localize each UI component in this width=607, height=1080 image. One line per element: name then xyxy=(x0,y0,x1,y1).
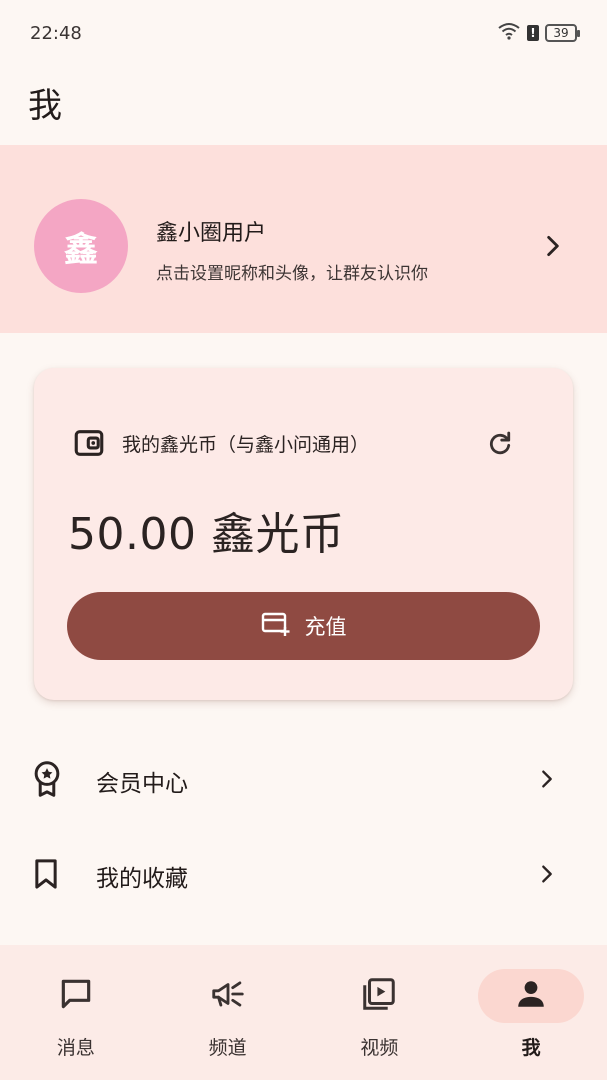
wifi-icon xyxy=(497,22,521,44)
message-icon xyxy=(57,975,95,1017)
battery-icon: 39 xyxy=(545,24,580,42)
wallet-title: 我的鑫光币（与鑫小问通用） xyxy=(122,434,370,456)
tab-label: 视频 xyxy=(360,1037,399,1059)
refresh-icon[interactable] xyxy=(486,429,514,461)
page-title: 我 xyxy=(28,86,62,126)
chevron-right-icon xyxy=(536,862,558,890)
status-icons: ! 39 xyxy=(497,22,580,44)
bottom-nav: 消息 频道 视频 我 xyxy=(0,945,607,1080)
status-time: 22:48 xyxy=(30,22,82,44)
megaphone-icon xyxy=(209,975,247,1017)
profile-hint: 点击设置昵称和头像，让群友认识你 xyxy=(156,264,428,284)
tab-messages[interactable]: 消息 xyxy=(0,945,152,1080)
status-bar: 22:48 ! 39 xyxy=(0,0,607,66)
menu-item-label: 我的收藏 xyxy=(96,866,188,892)
nav-icon-container xyxy=(23,969,129,1023)
chevron-right-icon xyxy=(540,233,566,263)
profile-name: 鑫小圈用户 xyxy=(156,221,267,246)
chevron-right-icon xyxy=(536,767,558,795)
tab-channels[interactable]: 频道 xyxy=(152,945,304,1080)
avatar[interactable]: 鑫 xyxy=(34,199,128,293)
badge-star-icon xyxy=(30,760,64,802)
tab-videos[interactable]: 视频 xyxy=(304,945,456,1080)
person-icon xyxy=(514,977,548,1015)
tab-label: 我 xyxy=(521,1037,541,1059)
menu-item-favorites[interactable]: 我的收藏 xyxy=(0,836,607,916)
nav-icon-container xyxy=(478,969,585,1023)
bookmark-icon xyxy=(30,857,62,895)
recharge-label: 充值 xyxy=(304,615,347,639)
wallet-card: 我的鑫光币（与鑫小问通用） 50.00 鑫光币 充值 xyxy=(34,368,573,700)
alert-icon: ! xyxy=(527,25,539,41)
nav-icon-container xyxy=(175,969,281,1023)
balance-value: 50.00 鑫光币 xyxy=(68,509,345,560)
profile-banner[interactable]: 鑫 鑫小圈用户 点击设置昵称和头像，让群友认识你 xyxy=(0,145,607,333)
card-add-icon xyxy=(261,611,291,642)
nav-icon-container xyxy=(326,969,432,1023)
menu-item-label: 会员中心 xyxy=(96,771,188,797)
tab-me[interactable]: 我 xyxy=(455,945,607,1080)
wallet-icon xyxy=(72,426,106,464)
menu-item-membership[interactable]: 会员中心 xyxy=(0,741,607,821)
recharge-button[interactable]: 充值 xyxy=(67,592,540,660)
video-library-icon xyxy=(360,975,398,1017)
tab-label: 频道 xyxy=(208,1037,247,1059)
tab-label: 消息 xyxy=(56,1037,95,1059)
